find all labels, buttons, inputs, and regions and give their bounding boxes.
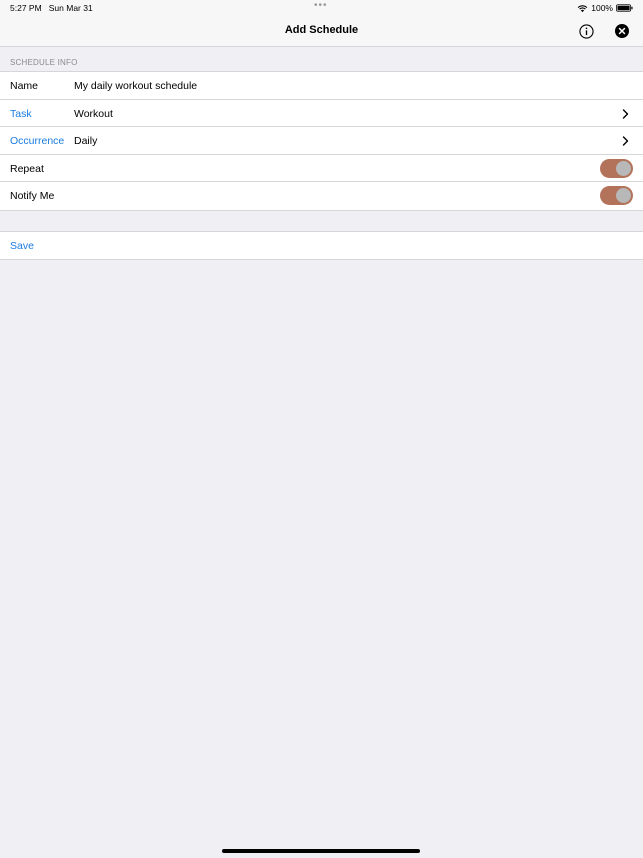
- status-bar: 5:27 PM Sun Mar 31 ••• 100%: [0, 0, 643, 16]
- save-button[interactable]: Save: [0, 232, 643, 259]
- repeat-toggle-knob: [616, 160, 631, 176]
- home-indicator[interactable]: [222, 849, 420, 853]
- status-date-text: Sun Mar 31: [48, 3, 93, 13]
- name-label: Name: [10, 80, 39, 92]
- notify-row: Notify Me: [0, 182, 643, 210]
- name-row: Name: [0, 72, 643, 100]
- page-title: Add Schedule: [284, 24, 359, 36]
- status-right: 100%: [577, 3, 633, 13]
- info-icon[interactable]: [579, 24, 594, 39]
- occurrence-value: Daily: [74, 135, 98, 147]
- wifi-icon: [577, 4, 588, 12]
- status-time-text: 5:27 PM: [10, 3, 42, 13]
- save-group: Save: [0, 231, 643, 260]
- chevron-right-icon: [622, 136, 629, 146]
- task-row[interactable]: Task Workout: [0, 100, 643, 127]
- battery-percent: 100%: [591, 3, 613, 13]
- battery-icon: [616, 4, 633, 12]
- multitasking-dots[interactable]: •••: [314, 0, 328, 11]
- occurrence-label[interactable]: Occurrence: [10, 135, 64, 147]
- chevron-right-icon: [622, 108, 629, 119]
- repeat-label: Repeat: [10, 162, 44, 175]
- notify-label: Notify Me: [10, 190, 55, 202]
- occurrence-row[interactable]: Occurrence Daily: [0, 127, 643, 155]
- task-label[interactable]: Task: [10, 108, 32, 120]
- save-label[interactable]: Save: [10, 240, 34, 252]
- notify-toggle-knob: [616, 188, 631, 203]
- close-icon[interactable]: [615, 24, 629, 38]
- repeat-toggle[interactable]: [600, 158, 633, 178]
- section-header-schedule-info: SCHEDULE INFO: [10, 58, 78, 67]
- task-value: Workout: [74, 107, 113, 120]
- repeat-row: Repeat: [0, 155, 643, 182]
- notify-toggle[interactable]: [600, 186, 633, 205]
- navigation-bar: Add Schedule: [0, 16, 643, 47]
- status-time: 5:27 PM Sun Mar 31: [10, 3, 93, 13]
- name-field-wrapper: [74, 80, 474, 92]
- schedule-info-group: Name Task Workout Occurrence Daily Repea…: [0, 71, 643, 211]
- name-field[interactable]: [74, 80, 474, 92]
